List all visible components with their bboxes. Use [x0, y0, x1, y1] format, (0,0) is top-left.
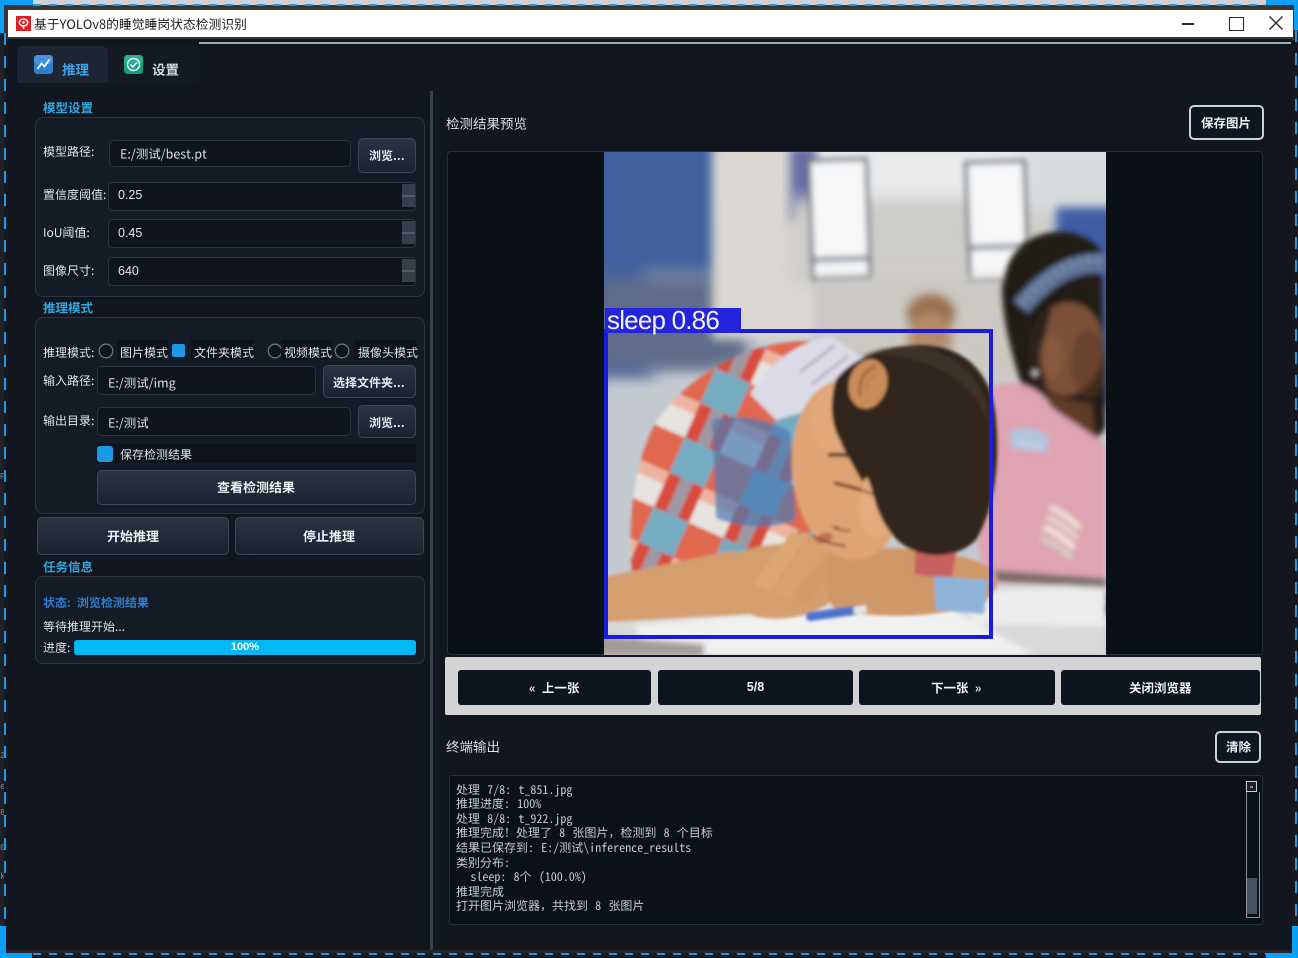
svg-text:sleep 0.86: sleep 0.86 — [607, 305, 719, 335]
